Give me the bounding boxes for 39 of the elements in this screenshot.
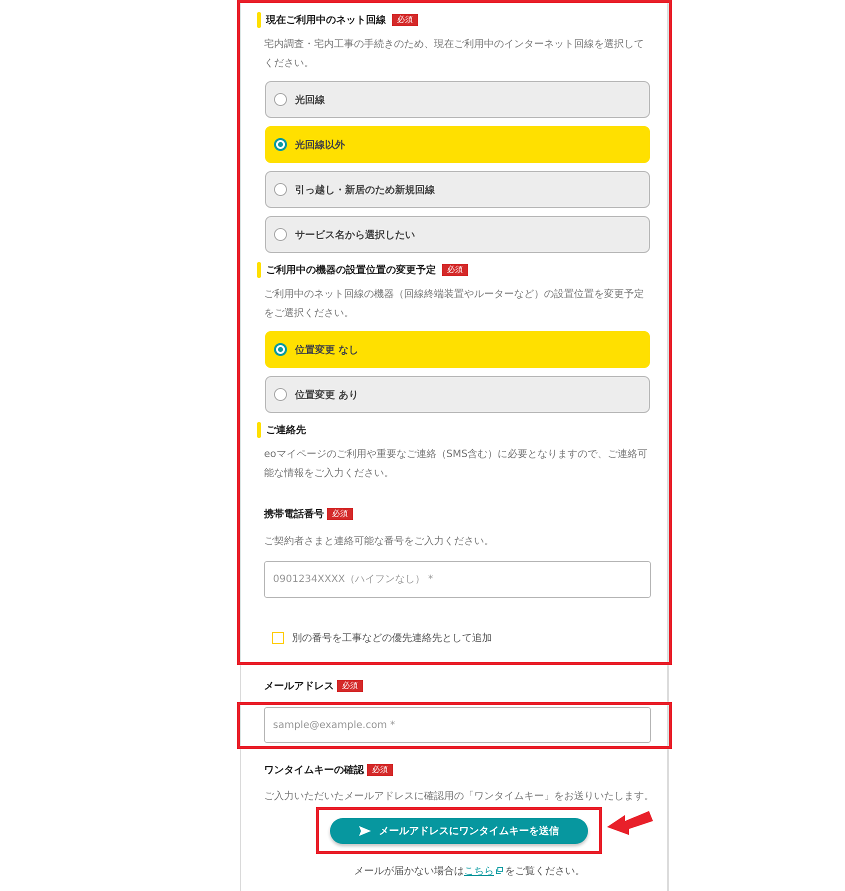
radio-icon bbox=[274, 388, 287, 401]
send-button[interactable]: メールアドレスにワンタイムキーを送信 bbox=[330, 818, 588, 844]
section-heading: ご連絡先 bbox=[266, 424, 306, 437]
required-badge: 必須 bbox=[327, 508, 353, 520]
field-label: ワンタイムキーの確認 bbox=[264, 764, 364, 777]
radio-option[interactable]: 引っ越し・新居のため新規回線 bbox=[265, 171, 650, 208]
field-description: ご契約者さまと連絡可能な番号をご入力ください。 bbox=[264, 534, 495, 549]
heading-marker bbox=[257, 422, 261, 438]
checkbox[interactable] bbox=[272, 632, 284, 644]
field-description: ご入力いただいたメールアドレスに確認用の「ワンタイムキー」をお送りいたします。 bbox=[264, 790, 655, 804]
required-badge: 必須 bbox=[367, 764, 393, 776]
radio-icon bbox=[274, 93, 287, 106]
section-heading: ご利用中の機器の設置位置の変更予定 bbox=[266, 263, 436, 277]
phone-input[interactable]: 0901234XXXX（ハイフンなし） * bbox=[264, 561, 651, 598]
help-note: メールが届かない場合はこちら をご覧ください。 bbox=[353, 865, 586, 878]
radio-icon bbox=[274, 228, 287, 241]
heading-marker bbox=[257, 12, 261, 28]
radio-option[interactable]: 位置変更 あり bbox=[265, 376, 650, 413]
required-badge: 必須 bbox=[337, 680, 363, 692]
field-label: メールアドレス bbox=[264, 680, 334, 693]
radio-option[interactable]: サービス名から選択したい bbox=[265, 216, 650, 253]
heading-marker bbox=[257, 262, 261, 278]
section-heading: 現在ご利用中のネット回線 bbox=[266, 14, 386, 27]
send-icon bbox=[359, 826, 371, 836]
field-label: 携帯電話番号 bbox=[264, 508, 324, 521]
radio-option[interactable]: 光回線以外 bbox=[265, 126, 650, 163]
email-input[interactable]: sample@example.com * bbox=[264, 707, 651, 743]
radio-option[interactable]: 位置変更 なし bbox=[265, 331, 650, 368]
radio-option[interactable]: 光回線 bbox=[265, 81, 650, 118]
section-description: eoマイページのご利用や重要なご連絡（SMS含む）に必要となりますので、ご連絡可能な情報をご入力ください。 bbox=[264, 448, 649, 481]
checkbox-option[interactable]: 別の番号を工事などの優先連絡先として追加 bbox=[272, 631, 650, 645]
section-description: ご利用中のネット回線の機器（回線終端装置やルーターなど）の設置位置を変更予定をご選択ください。 bbox=[264, 288, 645, 321]
section-description: 宅内調査・宅内工事の手続きのため、現在ご利用中のインターネット回線を選択してください。 bbox=[264, 38, 645, 71]
radio-icon bbox=[274, 138, 287, 151]
radio-icon bbox=[274, 343, 287, 356]
required-badge: 必須 bbox=[442, 264, 468, 276]
required-badge: 必須 bbox=[392, 14, 418, 26]
external-link-icon bbox=[496, 867, 503, 874]
radio-icon bbox=[274, 183, 287, 196]
